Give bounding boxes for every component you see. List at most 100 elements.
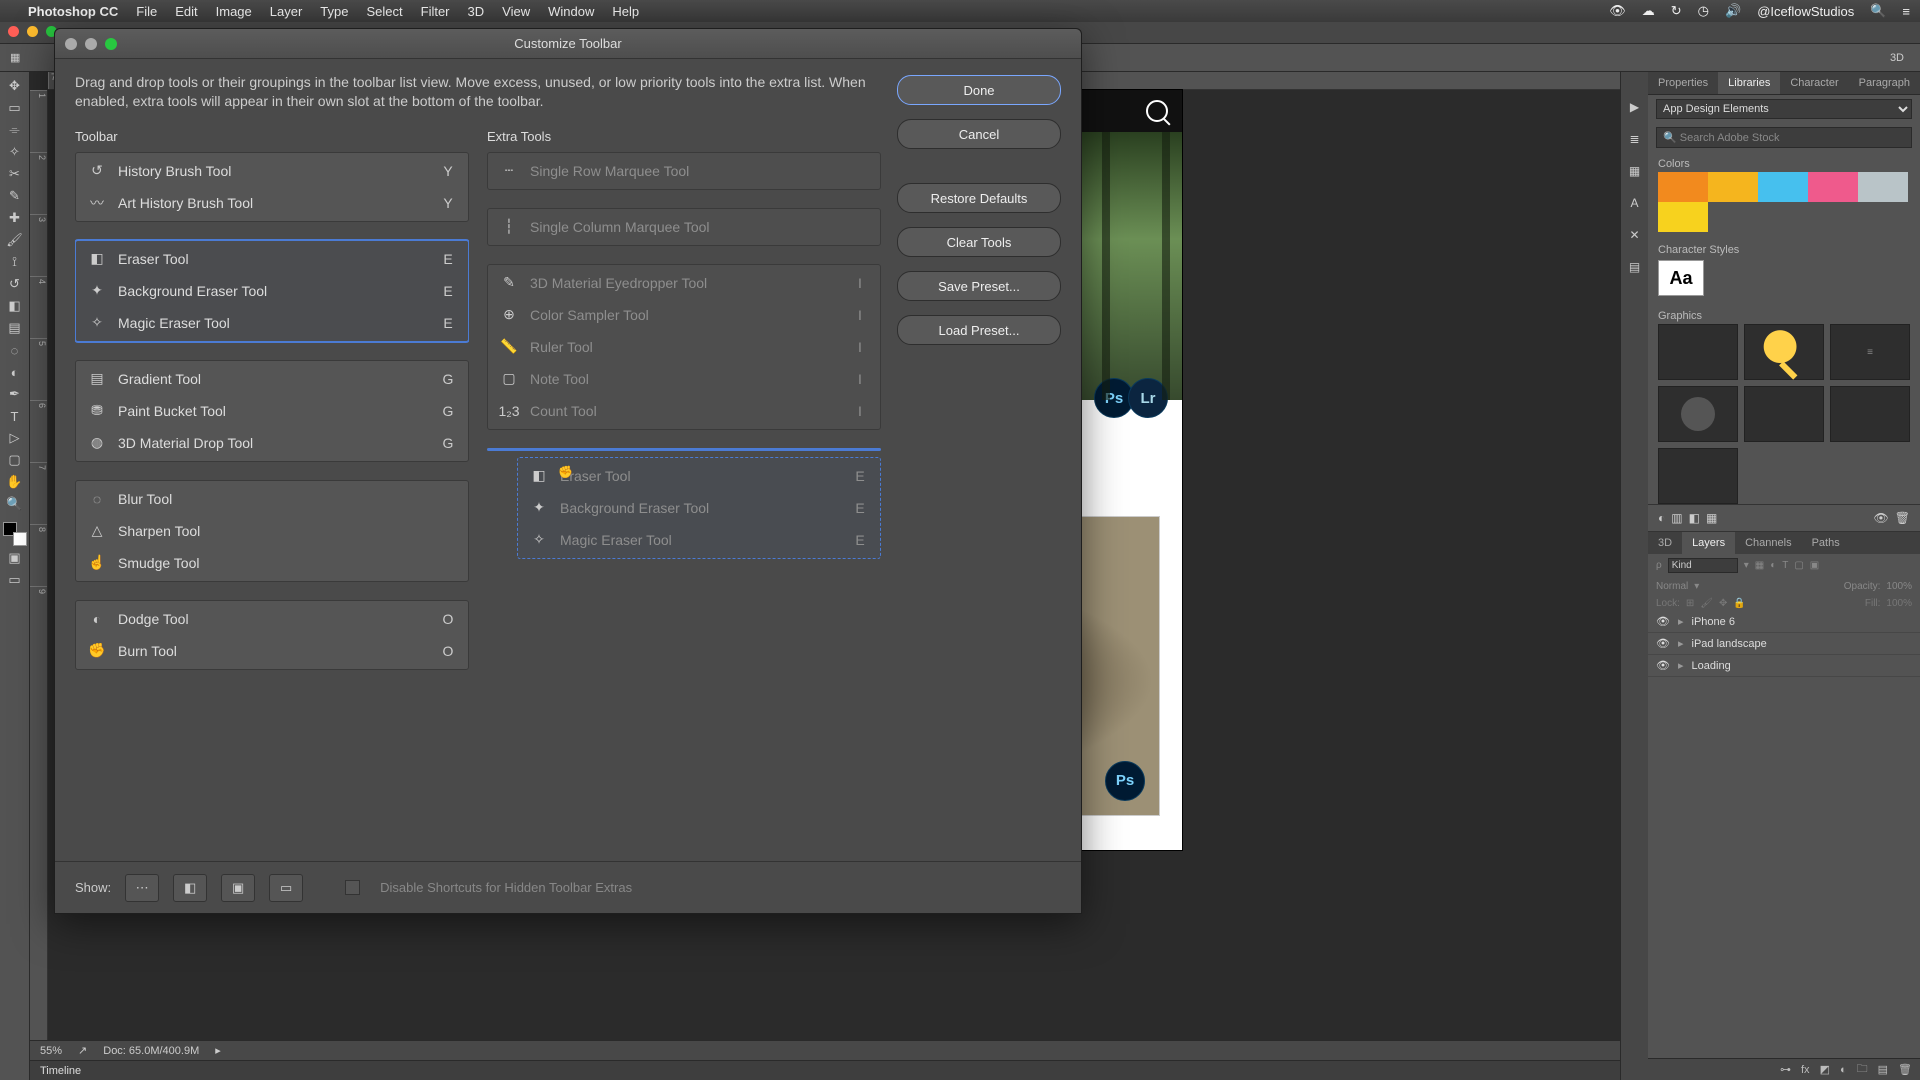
align-panel-icon[interactable]: ▤ bbox=[1626, 258, 1644, 276]
filter-smart-icon[interactable]: ▣ bbox=[1810, 560, 1819, 571]
layer-kind-filter[interactable] bbox=[1668, 558, 1738, 573]
graphic-item[interactable]: ≡ bbox=[1830, 324, 1910, 380]
tool-row[interactable]: ✎3D Material Eyedropper ToolI bbox=[488, 267, 880, 299]
tab-paths[interactable]: Paths bbox=[1802, 532, 1850, 554]
history-panel-icon[interactable]: ≣ bbox=[1626, 130, 1644, 148]
tool-row[interactable]: 1₂3Count ToolI bbox=[488, 395, 880, 427]
menu-file[interactable]: File bbox=[136, 4, 157, 19]
eyedropper-tool-icon[interactable]: ✎ bbox=[3, 186, 27, 206]
expand-icon[interactable]: ▸ bbox=[1678, 615, 1684, 628]
status-user[interactable]: @IceflowStudios bbox=[1757, 4, 1854, 19]
load-preset-button[interactable]: Load Preset... bbox=[897, 315, 1061, 345]
search-stock-input[interactable]: 🔍 Search Adobe Stock bbox=[1656, 127, 1912, 148]
adj-eye-icon[interactable]: 👁 bbox=[1874, 511, 1889, 525]
status-menu-icon[interactable]: ≡ bbox=[1902, 4, 1910, 19]
pen-tool-icon[interactable]: ✒ bbox=[3, 384, 27, 404]
dialog-titlebar[interactable]: Customize Toolbar bbox=[55, 29, 1081, 59]
fx-icon[interactable]: fx bbox=[1801, 1064, 1810, 1076]
show-fgbg-toggle[interactable]: ◧ bbox=[173, 874, 207, 902]
play-panel-icon[interactable]: ▶ bbox=[1626, 98, 1644, 116]
heal-tool-icon[interactable]: ✚ bbox=[3, 208, 27, 228]
cancel-button[interactable]: Cancel bbox=[897, 119, 1061, 149]
tool-row[interactable]: ☝Smudge Tool bbox=[76, 547, 468, 579]
tab-libraries[interactable]: Libraries bbox=[1718, 72, 1780, 94]
tool-row[interactable]: ⊕Color Sampler ToolI bbox=[488, 299, 880, 331]
new-layer-icon[interactable]: ▤ bbox=[1878, 1063, 1888, 1076]
status-refresh-icon[interactable]: ↻ bbox=[1671, 3, 1682, 19]
marquee-tool-icon[interactable]: ▭ bbox=[3, 98, 27, 118]
menu-type[interactable]: Type bbox=[320, 4, 348, 19]
eraser-tool-icon[interactable]: ◧ bbox=[3, 296, 27, 316]
menu-window[interactable]: Window bbox=[548, 4, 594, 19]
graphic-item[interactable] bbox=[1744, 386, 1824, 442]
tool-group-selected[interactable]: ◧Eraser ToolE ✦Background Eraser ToolE ✧… bbox=[75, 240, 469, 342]
wand-tool-icon[interactable]: ✧ bbox=[3, 142, 27, 162]
menu-edit[interactable]: Edit bbox=[175, 4, 197, 19]
tool-row[interactable]: ✊Burn ToolO bbox=[76, 635, 468, 667]
dialog-min-icon[interactable] bbox=[85, 38, 97, 50]
path-tool-icon[interactable]: ▷ bbox=[3, 428, 27, 448]
tool-group[interactable]: ↺History Brush ToolY 〰Art History Brush … bbox=[75, 152, 469, 222]
swatch[interactable] bbox=[1658, 172, 1708, 202]
move-tool-icon[interactable]: ✥ bbox=[3, 76, 27, 96]
filter-shape-icon[interactable]: ▢ bbox=[1794, 560, 1803, 571]
swatch[interactable] bbox=[1858, 172, 1908, 202]
tool-row[interactable]: ▤Gradient ToolG bbox=[76, 363, 468, 395]
adj-layer-icon[interactable]: ◐ bbox=[1840, 1064, 1847, 1076]
status-eye-icon[interactable]: 👁 bbox=[1609, 3, 1626, 19]
window-min[interactable] bbox=[27, 26, 38, 37]
tool-row[interactable]: ◍3D Material Drop ToolG bbox=[76, 427, 468, 459]
lock-all-icon[interactable]: 🔒 bbox=[1733, 598, 1745, 609]
layer-row[interactable]: 👁▸iPad landscape bbox=[1648, 633, 1920, 655]
save-preset-button[interactable]: Save Preset... bbox=[897, 271, 1061, 301]
tool-row[interactable]: ⛃Paint Bucket ToolG bbox=[76, 395, 468, 427]
tool-row[interactable]: ┄Single Row Marquee Tool bbox=[488, 155, 880, 187]
doc-info[interactable]: Doc: 65.0M/400.9M bbox=[103, 1045, 199, 1057]
quickmask-icon[interactable]: ▣ bbox=[3, 548, 27, 568]
brush-tool-icon[interactable]: 🖌 bbox=[3, 230, 27, 250]
app-name[interactable]: Photoshop CC bbox=[28, 4, 118, 19]
mask-icon[interactable]: ◩ bbox=[1820, 1063, 1830, 1076]
visibility-icon[interactable]: 👁 bbox=[1656, 637, 1670, 650]
tool-row[interactable]: ┆Single Column Marquee Tool bbox=[488, 211, 880, 243]
swatch[interactable] bbox=[1758, 172, 1808, 202]
shape-tool-icon[interactable]: ▢ bbox=[3, 450, 27, 470]
gradient-tool-icon[interactable]: ▤ bbox=[3, 318, 27, 338]
show-extras-toggle[interactable]: ⋯ bbox=[125, 874, 159, 902]
menu-layer[interactable]: Layer bbox=[270, 4, 303, 19]
tool-group[interactable]: ◌Blur Tool △Sharpen Tool ☝Smudge Tool bbox=[75, 480, 469, 582]
tool-row[interactable]: ▢Note ToolI bbox=[488, 363, 880, 395]
tab-properties[interactable]: Properties bbox=[1648, 72, 1718, 94]
char-style-item[interactable]: Aa bbox=[1658, 260, 1704, 296]
window-close[interactable] bbox=[8, 26, 19, 37]
tool-row[interactable]: 📏Ruler ToolI bbox=[488, 331, 880, 363]
ruler-vertical[interactable]: 123456789 bbox=[30, 90, 48, 1060]
adj-icon[interactable]: ▥ bbox=[1671, 511, 1682, 525]
link-icon[interactable]: ⊶ bbox=[1780, 1063, 1791, 1076]
tool-row[interactable]: ◐Dodge ToolO bbox=[76, 603, 468, 635]
show-screenmode-toggle[interactable]: ▭ bbox=[269, 874, 303, 902]
tool-row[interactable]: ✧Magic Eraser ToolE bbox=[518, 524, 880, 556]
adj-trash-icon[interactable]: 🗑 bbox=[1895, 511, 1910, 525]
tool-row[interactable]: ↺History Brush ToolY bbox=[76, 155, 468, 187]
tool-row[interactable]: 〰Art History Brush ToolY bbox=[76, 187, 468, 219]
graphic-item[interactable] bbox=[1830, 386, 1910, 442]
lock-trans-icon[interactable]: ⊞ bbox=[1686, 598, 1694, 609]
lock-pos-icon[interactable]: ✥ bbox=[1719, 598, 1727, 609]
group-icon[interactable]: 🗀 bbox=[1857, 1060, 1868, 1079]
menu-select[interactable]: Select bbox=[366, 4, 402, 19]
tool-row[interactable]: ✦Background Eraser ToolE bbox=[76, 275, 468, 307]
layer-row[interactable]: 👁▸iPhone 6 bbox=[1648, 611, 1920, 633]
status-cloud-icon[interactable]: ☁ bbox=[1642, 3, 1655, 19]
tool-row[interactable]: ✧Magic Eraser ToolE bbox=[76, 307, 468, 339]
tool-row[interactable]: ◧Eraser ToolE bbox=[76, 243, 468, 275]
hand-tool-icon[interactable]: ✋ bbox=[3, 472, 27, 492]
show-quickmask-toggle[interactable]: ▣ bbox=[221, 874, 255, 902]
delete-icon[interactable]: 🗑 bbox=[1898, 1063, 1912, 1076]
type-tool-icon[interactable]: T bbox=[3, 406, 27, 426]
zoom-arrow-icon[interactable]: ↗ bbox=[78, 1044, 87, 1057]
visibility-icon[interactable]: 👁 bbox=[1656, 615, 1670, 628]
disable-shortcuts-checkbox[interactable] bbox=[345, 880, 360, 895]
visibility-icon[interactable]: 👁 bbox=[1656, 659, 1670, 672]
extra-list[interactable]: ┄Single Row Marquee Tool ┆Single Column … bbox=[487, 152, 881, 861]
